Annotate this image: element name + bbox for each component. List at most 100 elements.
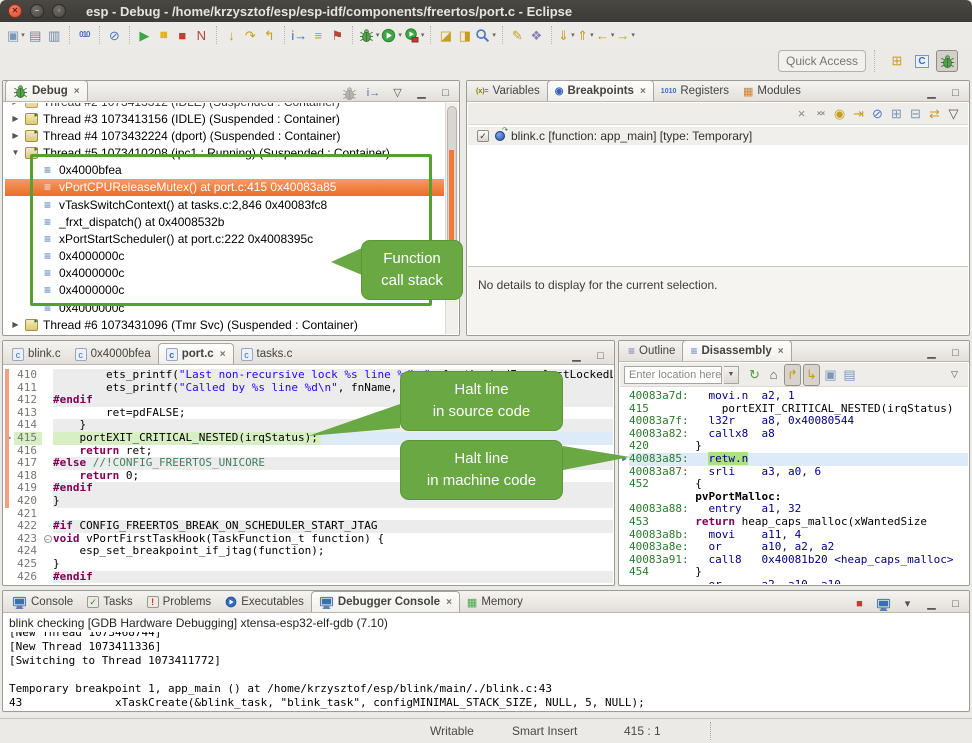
last-edit-location-icon[interactable]: ⇓▾ xyxy=(558,24,575,46)
minimize-icon[interactable]: ▁ xyxy=(413,85,430,101)
suspend-icon[interactable]: ▮▮ xyxy=(155,24,172,46)
expander-collapsed-icon[interactable]: ▶ xyxy=(11,320,20,329)
refresh-icon[interactable]: ↻ xyxy=(746,364,763,386)
code-line[interactable]: 424 esp_set_breakpoint_if_jtag(function)… xyxy=(4,545,613,558)
save-icon[interactable]: ▤ xyxy=(27,24,44,46)
location-input[interactable]: Enter location here xyxy=(624,366,722,384)
open-new-view-icon[interactable]: ▣ xyxy=(822,364,839,386)
last-edit-location-icon-dropdown[interactable]: ▾ xyxy=(571,31,575,39)
minimize-icon[interactable]: ▁ xyxy=(923,345,940,361)
close-tab-icon[interactable]: × xyxy=(640,86,646,97)
copy-to-clipboard-icon[interactable]: ▤ xyxy=(841,364,858,386)
skip-all-breakpoints-icon[interactable]: ⊘ xyxy=(869,103,886,125)
tab-debug[interactable]: Debug× xyxy=(5,80,88,101)
tab-blink-c[interactable]: cblink.c xyxy=(5,344,68,364)
tab-variables[interactable]: (x)=Variables xyxy=(469,81,547,101)
tab-executables[interactable]: Executables xyxy=(218,592,311,612)
tab-debugger-console[interactable]: Debugger Console× xyxy=(311,591,460,612)
open-resource-icon[interactable]: ◨ xyxy=(456,24,473,46)
open-element-icon[interactable]: ◪ xyxy=(437,24,454,46)
tab-0x4000bfea[interactable]: c0x4000bfea xyxy=(68,344,158,364)
minimize-icon[interactable]: ▁ xyxy=(568,348,585,364)
home-icon[interactable]: ⌂ xyxy=(765,364,782,386)
tab-port-c[interactable]: cport.c× xyxy=(158,343,234,364)
tab-tasks-c[interactable]: ctasks.c xyxy=(234,344,300,364)
maximize-icon[interactable]: □ xyxy=(592,348,609,364)
tab-problems[interactable]: !Problems xyxy=(140,592,219,612)
minimize-icon[interactable]: ▁ xyxy=(923,596,940,612)
search-icon[interactable]: ▾ xyxy=(475,24,496,46)
step-instruction-icon[interactable]: i→ xyxy=(291,24,308,46)
trace-control-icon[interactable]: ⚑ xyxy=(329,24,346,46)
external-tools-icon-dropdown[interactable]: ▾ xyxy=(421,31,425,39)
line-number[interactable]: 422 xyxy=(14,520,42,533)
forward-icon-dropdown[interactable]: ▾ xyxy=(631,31,635,39)
view-menu-icon[interactable]: ▽ xyxy=(389,85,406,101)
console-menu-icon[interactable]: ▾ xyxy=(899,596,916,612)
disassembly-code[interactable]: 40083a7d: movi.n a2, 1415 portEXIT_CRITI… xyxy=(620,388,968,584)
line-number[interactable]: 425 xyxy=(14,558,42,571)
location-dropdown-icon[interactable]: ▼ xyxy=(724,366,739,384)
debug-thread-row[interactable]: ▶Thread #3 1073413156 (IDLE) (Suspended … xyxy=(5,110,444,127)
close-tab-icon[interactable]: × xyxy=(74,86,80,97)
search-icon-dropdown[interactable]: ▾ xyxy=(492,31,496,39)
follow-pc-icon[interactable]: ↳ xyxy=(803,364,820,386)
save-all-icon[interactable]: ▥ xyxy=(46,24,63,46)
line-number[interactable]: 426 xyxy=(14,571,42,584)
tab-tasks[interactable]: ✓Tasks xyxy=(80,592,139,612)
expand-all-icon[interactable]: ⊞ xyxy=(888,103,905,125)
run-icon[interactable]: ▾ xyxy=(381,24,402,46)
terminate-icon[interactable]: ■ xyxy=(851,596,868,612)
breakpoint-checkbox[interactable]: ✓ xyxy=(477,130,489,142)
tab-memory[interactable]: ▦Memory xyxy=(460,592,530,612)
debug-thread-row[interactable]: ▶Thread #2 1073413312 (IDLE) (Suspended … xyxy=(5,103,444,110)
close-tab-icon[interactable]: × xyxy=(778,346,784,357)
debug-thread-row[interactable]: ▶Thread #4 1073432224 (dport) (Suspended… xyxy=(5,127,444,144)
external-tools-icon[interactable]: ▾ xyxy=(404,24,425,46)
link-with-debug-view-icon[interactable]: ⇄ xyxy=(926,103,943,125)
line-number[interactable]: 420 xyxy=(14,495,42,508)
run-icon-dropdown[interactable]: ▾ xyxy=(398,31,402,39)
maximize-icon[interactable]: □ xyxy=(947,345,964,361)
line-number[interactable]: 412 xyxy=(14,394,42,407)
maximize-icon[interactable]: □ xyxy=(437,85,454,101)
collapse-all-icon[interactable]: ⊟ xyxy=(907,103,924,125)
breakpoint-item[interactable]: ✓ blink.c [function: app_main] [type: Te… xyxy=(468,127,968,145)
expander-collapsed-icon[interactable]: ▶ xyxy=(11,114,20,123)
open-perspective-icon[interactable]: ⊞ xyxy=(886,50,908,72)
new-wizard-icon-dropdown[interactable]: ▾ xyxy=(21,31,25,39)
code-line[interactable]: 426#endif xyxy=(4,571,613,584)
tab-breakpoints[interactable]: ◉Breakpoints× xyxy=(547,80,654,101)
maximize-icon[interactable]: □ xyxy=(947,85,964,101)
forward-icon[interactable]: →▾ xyxy=(616,24,635,46)
show-breakpoints-supported-icon[interactable]: ◉ xyxy=(831,103,848,125)
expander-collapsed-icon[interactable]: ▶ xyxy=(11,103,20,106)
resume-icon[interactable]: ▶ xyxy=(136,24,153,46)
go-into-icon-dropdown[interactable]: ▾ xyxy=(590,31,594,39)
code-line[interactable]: 425} xyxy=(4,558,613,571)
view-menu-icon[interactable]: ▽ xyxy=(946,364,963,386)
back-icon-dropdown[interactable]: ▾ xyxy=(611,31,615,39)
maximize-icon[interactable]: □ xyxy=(947,596,964,612)
tab-registers[interactable]: 1010Registers xyxy=(654,81,736,101)
fold-marker-icon[interactable]: – xyxy=(44,535,52,543)
view-menu-icon[interactable]: ▽ xyxy=(945,103,962,125)
debug-perspective-icon[interactable] xyxy=(936,50,958,72)
quick-access-button[interactable]: Quick Access xyxy=(778,50,866,72)
step-return-icon[interactable]: ↰ xyxy=(261,24,278,46)
new-wizard-icon[interactable]: ▣▾ xyxy=(7,24,25,46)
back-icon[interactable]: ←▾ xyxy=(596,24,615,46)
display-selected-console-icon[interactable] xyxy=(875,596,892,612)
step-instruction-toggle-icon[interactable]: i→ xyxy=(365,85,382,101)
close-tab-icon[interactable]: × xyxy=(220,349,226,360)
annotations-icon[interactable]: ❖ xyxy=(528,24,545,46)
c-cpp-perspective-icon[interactable]: C xyxy=(911,50,933,72)
window-maximize-button[interactable]: ▫ xyxy=(52,4,66,18)
go-into-icon[interactable]: ⇑▾ xyxy=(577,24,594,46)
tab-console[interactable]: Console xyxy=(5,592,80,612)
instruction-stepping-mode-icon[interactable]: ≡ xyxy=(310,24,327,46)
sync-with-context-icon[interactable]: ↱ xyxy=(784,364,801,386)
debug-icon[interactable]: ▾ xyxy=(359,24,380,46)
line-number[interactable]: 417 xyxy=(14,457,42,470)
debug-thread-row[interactable]: ▶Thread #6 1073431096 (Tmr Svc) (Suspend… xyxy=(5,316,444,333)
